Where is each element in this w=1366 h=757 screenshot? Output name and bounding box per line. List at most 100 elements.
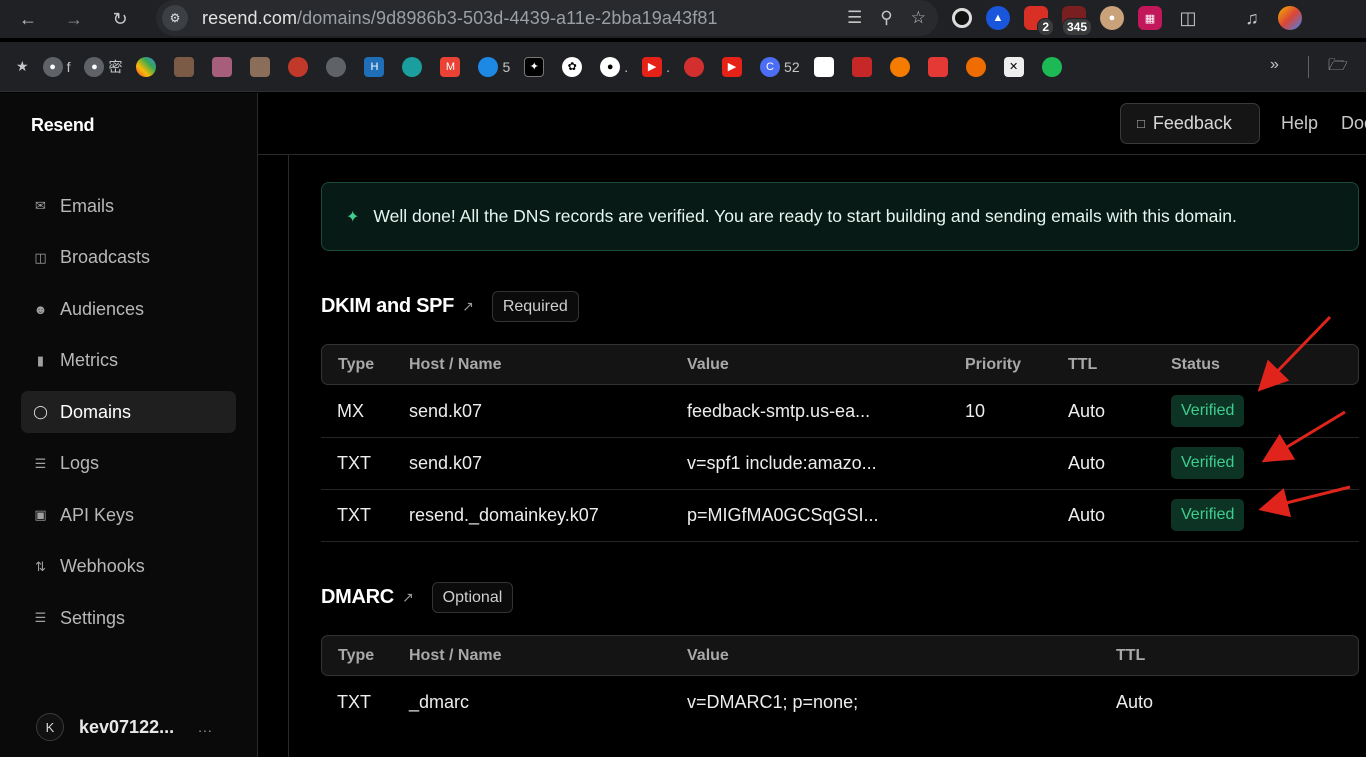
- record-host[interactable]: resend._domainkey.k07: [409, 505, 599, 526]
- record-value[interactable]: feedback-smtp.us-ea...: [687, 401, 870, 422]
- record-host[interactable]: send.k07: [409, 453, 482, 474]
- sidebar-item-metrics[interactable]: ▮ Metrics: [21, 340, 236, 382]
- top-bar: □ Feedback Help Doc: [258, 93, 1366, 155]
- docs-link[interactable]: Doc: [1341, 113, 1366, 134]
- bookmark-item[interactable]: ●.: [600, 53, 628, 81]
- bookmark-item[interactable]: ✕: [1003, 53, 1028, 81]
- sidebar-item-webhooks[interactable]: ⇅ Webhooks: [21, 546, 236, 588]
- bookmark-item[interactable]: [136, 53, 160, 81]
- bookmark-item[interactable]: H: [364, 53, 388, 81]
- domain-details: ✦ Well done! All the DNS records are ver…: [288, 155, 1366, 757]
- chevron-double-right-icon[interactable]: »: [1270, 56, 1279, 74]
- bookmark-item[interactable]: M: [440, 53, 464, 81]
- bookmark-item[interactable]: ● f: [42, 53, 70, 81]
- record-ttl: Auto: [1068, 505, 1106, 525]
- extensions-puzzle-icon[interactable]: ◫: [1176, 6, 1200, 30]
- column-header: Value: [687, 647, 729, 664]
- extension-red-icon[interactable]: 2: [1024, 6, 1054, 36]
- extension-counter-icon[interactable]: 345: [1061, 6, 1092, 36]
- bookmark-item[interactable]: ✿: [562, 53, 586, 81]
- brand-logo[interactable]: Resend: [31, 115, 95, 136]
- folder-icon[interactable]: 🗁: [1328, 54, 1348, 81]
- bookmark-item[interactable]: [1041, 53, 1066, 81]
- bookmark-item[interactable]: [212, 53, 236, 81]
- sidebar: Resend ✉ Emails ◫ Broadcasts ☻ Audiences ▮ M…: [0, 93, 258, 757]
- bookmark-star-icon[interactable]: ☆: [911, 8, 926, 28]
- sidebar-nav: ✉ Emails ◫ Broadcasts ☻ Audiences ▮ Metrics …: [21, 185, 236, 649]
- sidebar-item-api-keys[interactable]: ▣ API Keys: [21, 494, 236, 536]
- extension-circle-icon[interactable]: [952, 8, 972, 28]
- table-row: TXT _dmarc v=DMARC1; p=none; Auto: [321, 677, 1359, 729]
- dmarc-table-header: Type Host / Name Value TTL: [321, 635, 1359, 676]
- external-link-icon[interactable]: ↗: [462, 298, 474, 315]
- bookmark-star-icon[interactable]: ★: [16, 53, 29, 81]
- users-icon: ☻: [33, 301, 48, 317]
- bookmark-item[interactable]: 5: [478, 53, 510, 81]
- bookmark-item[interactable]: [813, 53, 838, 81]
- sidebar-item-logs[interactable]: ☰ Logs: [21, 443, 236, 485]
- site-info-icon[interactable]: ⚙: [162, 5, 188, 31]
- bookmark-item[interactable]: [288, 53, 312, 81]
- url-text[interactable]: resend.com/domains/9d8986b3-503d-4439-a1…: [202, 8, 718, 29]
- help-link[interactable]: Help: [1281, 113, 1318, 134]
- user-menu[interactable]: K kev07122... ...: [36, 713, 213, 741]
- inbox-icon: ◫: [34, 249, 47, 265]
- record-host[interactable]: send.k07: [409, 401, 482, 422]
- extension-pink-icon[interactable]: ▦: [1138, 6, 1162, 30]
- sliders-icon: ☰: [34, 610, 47, 625]
- sidebar-item-label: Metrics: [60, 350, 118, 370]
- bookmark-item[interactable]: [326, 53, 350, 81]
- lock-icon: ▣: [34, 507, 47, 522]
- bookmark-item[interactable]: ▶: [722, 53, 746, 81]
- bookmark-item[interactable]: ✦: [524, 53, 548, 81]
- media-control-icon[interactable]: ♫: [1240, 6, 1264, 30]
- extension-badge: 2: [1037, 18, 1054, 36]
- record-value[interactable]: p=MIGfMA0GCSqGSI...: [687, 505, 879, 526]
- zoom-icon[interactable]: ⚲: [880, 8, 892, 28]
- list-icon: ☰: [34, 455, 47, 471]
- sidebar-item-broadcasts[interactable]: ◫ Broadcasts: [21, 237, 236, 279]
- bookmark-item[interactable]: [851, 53, 876, 81]
- sidebar-item-label: Audiences: [60, 298, 145, 319]
- sidebar-item-label: Settings: [60, 607, 126, 628]
- feedback-button[interactable]: □ Feedback: [1120, 103, 1260, 144]
- reload-icon[interactable]: ↻: [104, 3, 136, 35]
- message-icon: □: [1137, 116, 1145, 131]
- record-value[interactable]: v=DMARC1; p=none;: [687, 692, 858, 713]
- status-badge: Verified: [1171, 499, 1245, 531]
- sidebar-item-domains[interactable]: ◯ Domains: [21, 391, 236, 433]
- sidebar-item-label: Logs: [60, 453, 100, 473]
- bookmark-item[interactable]: ● 密: [84, 53, 122, 81]
- bookmark-item[interactable]: [927, 53, 952, 81]
- sidebar-item-emails[interactable]: ✉ Emails: [21, 185, 236, 227]
- back-arrow-icon[interactable]: ←: [12, 3, 44, 35]
- table-row: MX send.k07 feedback-smtp.us-ea... 10 Au…: [321, 386, 1359, 438]
- more-dots-icon[interactable]: ...: [198, 719, 213, 735]
- sidebar-item-audiences[interactable]: ☻ Audiences: [21, 288, 236, 330]
- bookmark-item[interactable]: [174, 53, 198, 81]
- record-ttl: Auto: [1068, 453, 1106, 473]
- bookmark-item[interactable]: [889, 53, 914, 81]
- bookmark-item[interactable]: ▶.: [642, 53, 670, 81]
- profile-avatar-icon[interactable]: [1278, 6, 1302, 30]
- success-alert: ✦ Well done! All the DNS records are ver…: [321, 182, 1359, 251]
- bookmark-item[interactable]: [965, 53, 990, 81]
- external-link-icon[interactable]: ↗: [402, 589, 414, 606]
- extension-face-icon[interactable]: ●: [1100, 6, 1124, 30]
- forward-arrow-icon[interactable]: →: [58, 3, 90, 35]
- record-ttl: Auto: [1068, 401, 1106, 421]
- bookmark-item[interactable]: [684, 53, 708, 81]
- bookmark-item[interactable]: [250, 53, 274, 81]
- bookmark-item[interactable]: [402, 53, 426, 81]
- record-host[interactable]: _dmarc: [409, 692, 469, 713]
- extension-blue-icon[interactable]: ▲: [986, 6, 1010, 30]
- dkim-section-header: DKIM and SPF ↗ Required: [321, 291, 579, 322]
- translate-icon[interactable]: ☰: [847, 8, 862, 28]
- record-value[interactable]: v=spf1 include:amazo...: [687, 453, 877, 474]
- webhook-icon: ⇅: [35, 558, 46, 574]
- bookmark-item[interactable]: C 52: [760, 53, 800, 81]
- record-ttl: Auto: [1116, 692, 1154, 712]
- status-badge: Verified: [1171, 447, 1245, 479]
- address-bar[interactable]: ⚙ resend.com/domains/9d8986b3-503d-4439-…: [156, 0, 938, 36]
- sidebar-item-settings[interactable]: ☰ Settings: [21, 597, 236, 639]
